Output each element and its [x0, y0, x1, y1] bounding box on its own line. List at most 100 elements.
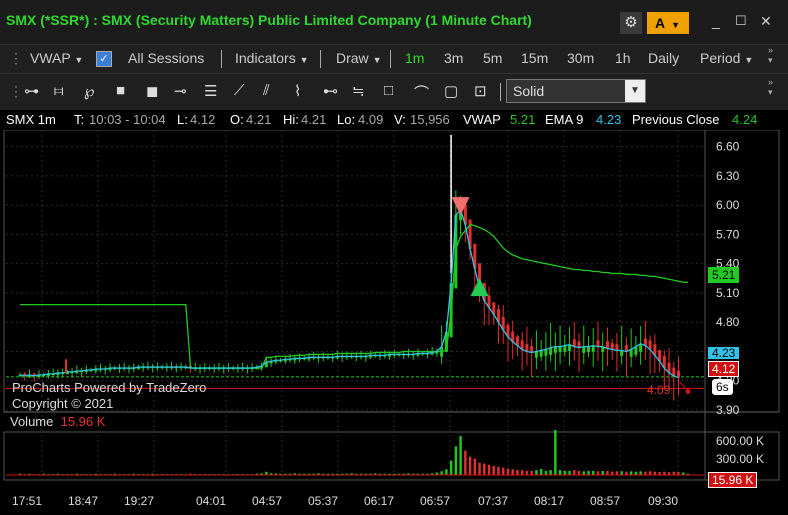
volume-bar [587, 470, 590, 475]
volume-tick-label: 300.00 K [716, 452, 764, 466]
toolbar-divider [320, 50, 321, 68]
trendline-icon[interactable]: ⟋ [234, 82, 245, 102]
volume-panel-label: Volume 15.96 K [10, 414, 106, 429]
open-label: O: [230, 112, 244, 127]
ema-value: 4.23 [596, 112, 622, 127]
indicators-dropdown[interactable]: Indicators ▼ [235, 50, 309, 66]
volume-bar [511, 469, 514, 475]
volume-bar [502, 467, 505, 475]
time-tick-label: 19:27 [124, 494, 154, 508]
low-label: Lo: [337, 112, 356, 127]
time-tick-label: 05:37 [308, 494, 338, 508]
countdown-tag: 6s [712, 379, 733, 395]
chart-area[interactable]: 6.606.306.005.705.405.104.804.504.203.90… [0, 129, 788, 510]
volume-bar [606, 470, 609, 475]
parallel-channel-icon[interactable]: ⧦ [54, 82, 63, 102]
vwap-label: VWAP [463, 112, 501, 127]
candle-body [558, 346, 562, 352]
volume-bar [487, 464, 491, 475]
minimize-button[interactable]: _ [712, 13, 720, 29]
time-tick-label: 06:17 [364, 494, 394, 508]
ema-price-tag: 4.23 [708, 347, 740, 359]
volume-bar [582, 471, 585, 475]
open-value: 4.21 [246, 112, 272, 127]
ema-label: EMA 9 [545, 112, 584, 127]
toolbar-overflow-icon[interactable]: » ▾ [768, 45, 773, 65]
volume-bar [483, 463, 486, 475]
volume-bar [568, 470, 571, 475]
title-bar: SMX (*SSR*) : SMX (Security Matters) Pub… [0, 0, 788, 44]
volume-bar [464, 450, 467, 475]
toolbar-grip-icon[interactable]: ⋮ [9, 83, 23, 100]
fibonacci-icon[interactable]: ℘ [84, 82, 94, 102]
fib-levels-icon[interactable]: ☰ [204, 82, 217, 102]
ray-tool-icon[interactable]: ⊶ [24, 82, 39, 102]
volume-bar [592, 470, 595, 475]
buy-marker-icon [470, 278, 489, 297]
candle-body [534, 351, 538, 358]
volume-bar [535, 470, 538, 475]
time-tick-label: 07:37 [478, 494, 508, 508]
candle-body [544, 349, 548, 356]
volume-bar [629, 471, 633, 475]
vwap-dropdown[interactable]: VWAP ▼ [30, 50, 83, 66]
volume-bar [549, 470, 552, 475]
maximize-button[interactable]: ☐ [735, 13, 747, 29]
volume-bar [506, 468, 510, 475]
price-panel-border [3, 129, 780, 413]
rectangle-filled-icon[interactable]: ■ [116, 82, 125, 102]
all-sessions-checkbox[interactable]: ✓ [96, 51, 112, 67]
volume-bar [577, 470, 581, 475]
volume-bar [459, 436, 462, 475]
volume-bar [639, 471, 642, 475]
ellipse-icon[interactable]: ▢ [444, 82, 458, 102]
toolbar-grip-icon[interactable]: ⋮ [9, 50, 23, 67]
h-ray-icon[interactable]: ⊷ [323, 82, 338, 102]
rectangle-icon[interactable]: □ [384, 82, 393, 102]
toolbar-divider [390, 50, 391, 68]
draw-dropdown[interactable]: Draw ▼ [336, 50, 381, 66]
volume-bar [454, 446, 458, 475]
interval-15m[interactable]: 15m [521, 50, 548, 66]
time-tick-label: 04:01 [196, 494, 226, 508]
chevron-down-icon[interactable]: ▼ [625, 80, 645, 102]
toolbar-divider [221, 50, 222, 68]
time-tick-label: 04:57 [252, 494, 282, 508]
candle-body [553, 346, 557, 353]
gear-icon[interactable]: ⚙ [620, 12, 642, 34]
interval-3m[interactable]: 3m [444, 50, 463, 66]
time-tick-label: 09:30 [648, 494, 678, 508]
price-chart-svg[interactable]: 6.606.306.005.705.405.104.804.504.203.90… [0, 129, 788, 510]
period-dropdown[interactable]: Period ▼ [700, 50, 753, 66]
interval-1m[interactable]: 1m [405, 50, 424, 66]
volume-bar [473, 458, 477, 475]
text-tool-icon[interactable]: ⊡ [474, 82, 487, 102]
zigzag-icon[interactable]: ⌇ [294, 82, 301, 102]
volume-bar [539, 468, 543, 475]
fan-icon[interactable]: ≒ [352, 82, 365, 102]
low-value: 4.09 [358, 112, 384, 127]
interval-30m[interactable]: 30m [567, 50, 594, 66]
time-tick-label: 08:57 [590, 494, 620, 508]
account-button[interactable]: A ▼ [647, 12, 689, 34]
interval-5m[interactable]: 5m [483, 50, 502, 66]
volume-bar [620, 471, 623, 475]
arc-icon[interactable]: ⌒ [414, 82, 429, 102]
horizontal-line-icon[interactable]: ⊸ [174, 82, 187, 102]
close-button[interactable]: ✕ [760, 13, 772, 30]
toolbar-overflow-icon[interactable]: » ▾ [768, 77, 773, 97]
sell-marker-icon [451, 197, 470, 216]
price-tick-label: 6.60 [716, 140, 740, 154]
volume-bar [516, 470, 519, 475]
volume-value: 15,956 [410, 112, 450, 127]
low-marker-connector [679, 381, 689, 392]
volume-bar [558, 470, 562, 475]
pitchfork-icon[interactable]: ⫽ [263, 82, 270, 102]
toolbar-divider [500, 83, 501, 101]
high-value: 4.21 [301, 112, 327, 127]
interval-1h[interactable]: 1h [615, 50, 631, 66]
volume-bar [492, 466, 495, 475]
rounded-rect-filled-icon[interactable]: ◼ [146, 82, 158, 102]
interval-daily[interactable]: Daily [648, 50, 679, 66]
price-tick-label: 4.80 [716, 315, 740, 329]
